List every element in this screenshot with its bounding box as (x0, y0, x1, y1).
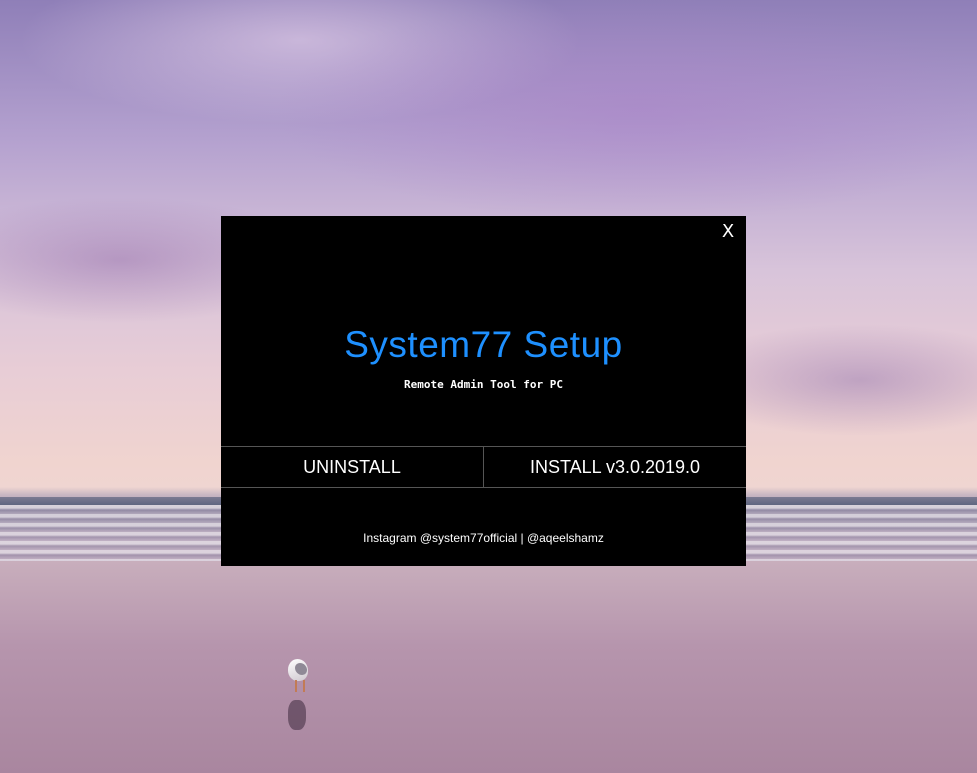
install-button[interactable]: INSTALL v3.0.2019.0 (483, 447, 746, 487)
seagull-legs (295, 680, 305, 692)
seagull-icon (286, 655, 312, 692)
close-button[interactable]: X (718, 221, 738, 243)
uninstall-button[interactable]: UNINSTALL (221, 447, 483, 487)
seagull-wing (295, 663, 307, 675)
dialog-title: System77 Setup (344, 324, 623, 365)
footer-credits: Instagram @system77official | @aqeelsham… (363, 531, 604, 545)
setup-dialog: X System77 Setup Remote Admin Tool for P… (221, 216, 746, 566)
dialog-subtitle: Remote Admin Tool for PC (404, 378, 563, 391)
seagull-reflection (288, 700, 306, 730)
action-button-row: UNINSTALL INSTALL v3.0.2019.0 (221, 446, 746, 488)
wallpaper-sand (0, 561, 977, 773)
